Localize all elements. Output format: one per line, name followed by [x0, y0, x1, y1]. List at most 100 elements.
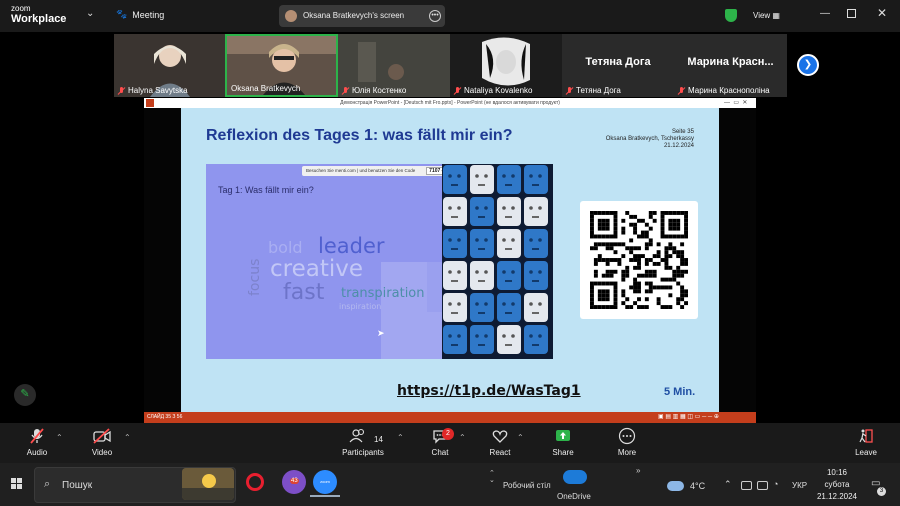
- audio-options-caret[interactable]: ⌃: [56, 433, 63, 442]
- word-transpiration: transpiration: [341, 286, 425, 301]
- window-maximize-button[interactable]: [847, 9, 856, 18]
- mic-off-icon: [678, 86, 685, 95]
- video-button[interactable]: Video: [87, 427, 117, 457]
- video-options-caret[interactable]: ⌃: [124, 433, 131, 442]
- meeting-button[interactable]: 🐾 Meeting: [116, 9, 164, 20]
- screen-share-label: Oksana Bratkevych's screen: [303, 11, 405, 20]
- logo-top-text: zoom: [11, 4, 31, 13]
- menti-question: Tag 1: Was fällt mir ein?: [218, 185, 314, 195]
- logo-bottom-text: Workplace: [11, 13, 67, 25]
- security-shield-icon[interactable]: [725, 9, 737, 22]
- onedrive-label[interactable]: OneDrive: [557, 492, 591, 501]
- desktop-scroll-arrows[interactable]: ⌃ ⌄: [489, 470, 495, 484]
- viber-badge: 43: [290, 478, 299, 484]
- participant-name: Nataliya Kovalenko: [454, 86, 532, 95]
- onedrive-icon[interactable]: [563, 470, 587, 484]
- participant-tile[interactable]: Марина Красн... Марина Краснополіна: [674, 34, 787, 97]
- participant-name: Тетяна Дога: [566, 86, 621, 95]
- slide-link[interactable]: https://t1p.de/WasTag1: [397, 383, 581, 399]
- taskbar-search-placeholder: Пошук: [62, 480, 93, 491]
- participant-name: Oksana Bratkevych: [231, 84, 300, 93]
- powerpoint-title-bar: Демонстрація PowerPoint - [Deutsch mit F…: [144, 98, 756, 108]
- expand-icon[interactable]: »: [636, 466, 640, 475]
- powerpoint-window-controls[interactable]: — ▭ ✕: [724, 98, 747, 108]
- language-indicator[interactable]: УКР: [792, 481, 807, 490]
- weather-temperature[interactable]: 4°C: [690, 481, 705, 491]
- battery-icon[interactable]: [757, 481, 768, 490]
- app-tray-icon[interactable]: [741, 481, 752, 490]
- meeting-label: Meeting: [132, 9, 165, 20]
- next-participants-button[interactable]: ❯: [797, 54, 819, 76]
- taskbar-clock[interactable]: 10:16 субота 21.12.2024: [812, 467, 862, 503]
- slide-author: Oksana Bratkevych, Tscherkassy: [605, 136, 694, 142]
- opera-app-icon[interactable]: [246, 473, 264, 491]
- search-icon: ⌕: [44, 478, 51, 490]
- word-fast: fast: [283, 280, 325, 305]
- clock-day: субота: [824, 480, 850, 489]
- chat-options-caret[interactable]: ⌃: [459, 433, 466, 442]
- view-button[interactable]: View ▦: [753, 11, 780, 20]
- tray-overflow-icon[interactable]: ⌃: [724, 479, 732, 490]
- weather-cloud-icon[interactable]: [667, 481, 684, 491]
- menti-overlay-block: [427, 262, 442, 312]
- mouse-cursor-icon: ➤: [377, 328, 385, 338]
- participant-tile-active-speaker[interactable]: Oksana Bratkevych: [225, 34, 338, 97]
- participant-name-text: Марина Краснополіна: [688, 86, 770, 95]
- slide-date: 21.12.2024: [663, 143, 694, 149]
- chevron-down-icon[interactable]: ⌄: [86, 8, 94, 19]
- zoom-app-icon[interactable]: zoom: [313, 470, 337, 494]
- annotate-pen-button[interactable]: ✎: [14, 384, 36, 406]
- notification-count: 3: [877, 487, 886, 496]
- share-screen-icon: [548, 427, 578, 445]
- canister-faces-photo: [442, 164, 553, 359]
- more-options-icon[interactable]: •••: [429, 10, 441, 22]
- participant-name: Юлія Костенко: [342, 86, 406, 95]
- participant-name-text: Nataliya Kovalenko: [464, 86, 533, 95]
- participant-tile[interactable]: Юлія Костенко: [338, 34, 450, 97]
- more-label: More: [617, 448, 637, 457]
- participant-tile[interactable]: Halyna Savytska: [114, 34, 225, 97]
- leave-label: Leave: [855, 448, 877, 457]
- window-close-button[interactable]: ✕: [877, 6, 887, 20]
- powerpoint-icon: [146, 99, 154, 107]
- more-button[interactable]: More: [612, 427, 642, 457]
- audio-button[interactable]: Audio: [22, 427, 52, 457]
- react-button[interactable]: React: [485, 427, 515, 457]
- slide-meta: Seite 35 Oksana Bratkevych, Tscherkassy …: [560, 129, 694, 150]
- participants-count: 14: [374, 435, 383, 444]
- slide-title: Reflexion des Tages 1: was fällt mir ein…: [206, 127, 513, 144]
- heart-icon: [485, 427, 515, 445]
- mic-off-icon: [566, 86, 573, 95]
- participant-name-text: Oksana Bratkevych: [231, 84, 301, 93]
- powerpoint-view-controls[interactable]: ▣ ▤ ▥ ▦ ◫ ▭ ─ ─ ⊕: [658, 412, 719, 423]
- share-button[interactable]: Share: [548, 427, 578, 457]
- word-inspiration: inspiration: [339, 302, 382, 311]
- zoom-logo: zoom Workplace: [11, 4, 66, 25]
- clock-time: 10:16: [826, 468, 848, 477]
- presenter-avatar: [285, 10, 297, 22]
- network-icon[interactable]: ◔: [773, 479, 778, 489]
- participant-tile[interactable]: Тетяна Дога Тетяна Дога: [562, 34, 674, 97]
- window-minimize-button[interactable]: —: [820, 8, 830, 19]
- windows-start-icon[interactable]: [11, 478, 23, 490]
- audio-label: Audio: [26, 448, 48, 457]
- more-icon: [612, 427, 642, 445]
- chat-label: Chat: [431, 448, 449, 457]
- react-options-caret[interactable]: ⌃: [517, 433, 524, 442]
- participant-name: Halyna Savytska: [118, 86, 188, 95]
- clock-date: 21.12.2024: [816, 492, 858, 501]
- active-app-indicator: [310, 495, 340, 497]
- mic-off-icon: [454, 86, 461, 95]
- participant-tile[interactable]: Nataliya Kovalenko: [450, 34, 562, 97]
- participant-name-text: Юлія Костенко: [352, 86, 407, 95]
- participants-label: Participants: [342, 448, 384, 457]
- leave-button[interactable]: Leave: [851, 427, 881, 457]
- view-label: View: [753, 11, 771, 20]
- video-label: Video: [91, 448, 113, 457]
- word-focus: focus: [247, 258, 263, 296]
- chat-unread-badge: 2: [442, 428, 454, 440]
- participants-options-caret[interactable]: ⌃: [397, 433, 404, 442]
- desktop-label[interactable]: Робочий стіл: [503, 481, 551, 490]
- mic-off-icon: [342, 86, 349, 95]
- word-creative: creative: [270, 256, 364, 282]
